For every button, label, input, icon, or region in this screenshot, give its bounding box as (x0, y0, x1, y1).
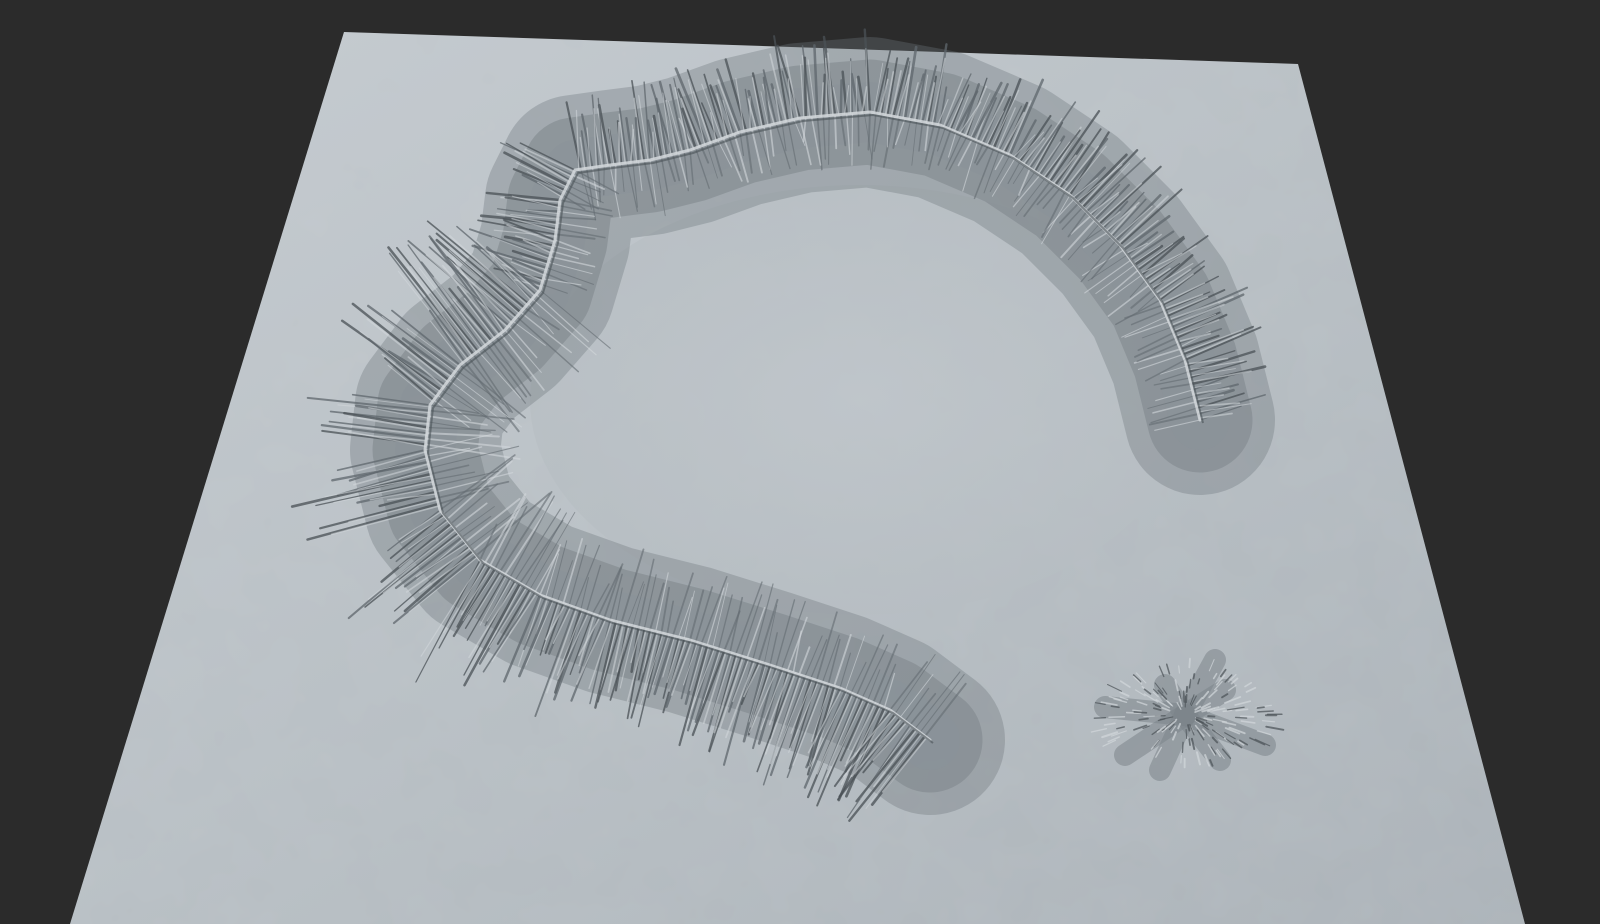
cluster-gully (1188, 738, 1191, 746)
cluster-gully (1185, 728, 1188, 740)
cluster-gully (1178, 665, 1181, 674)
3d-viewport[interactable] (0, 0, 1600, 924)
gully-highlight (617, 121, 621, 165)
cluster-gully (1108, 715, 1126, 719)
gully-inner (851, 112, 854, 166)
cluster-gully (1138, 717, 1149, 721)
cluster-gully (1234, 716, 1248, 719)
cluster-gully (1185, 693, 1188, 704)
gully-inner (828, 114, 830, 165)
terrain-render[interactable] (0, 0, 1600, 924)
gully-highlight (652, 131, 655, 160)
gully-outer (839, 79, 843, 116)
cluster-gully (1257, 710, 1274, 713)
cluster-gully (1110, 705, 1120, 709)
cluster-gully (1188, 657, 1191, 669)
cluster-gully (1132, 709, 1142, 712)
gully-outer (803, 56, 808, 119)
gully-outer (822, 73, 826, 118)
cluster-gully (1180, 755, 1182, 764)
cluster-gully (1187, 724, 1191, 732)
gully-inner (834, 114, 838, 150)
cluster-gully (1256, 706, 1265, 709)
cluster-gully (1182, 690, 1185, 703)
cluster-gully (1133, 711, 1148, 714)
cluster-gully (1181, 741, 1184, 754)
cluster-gully (1192, 673, 1196, 680)
